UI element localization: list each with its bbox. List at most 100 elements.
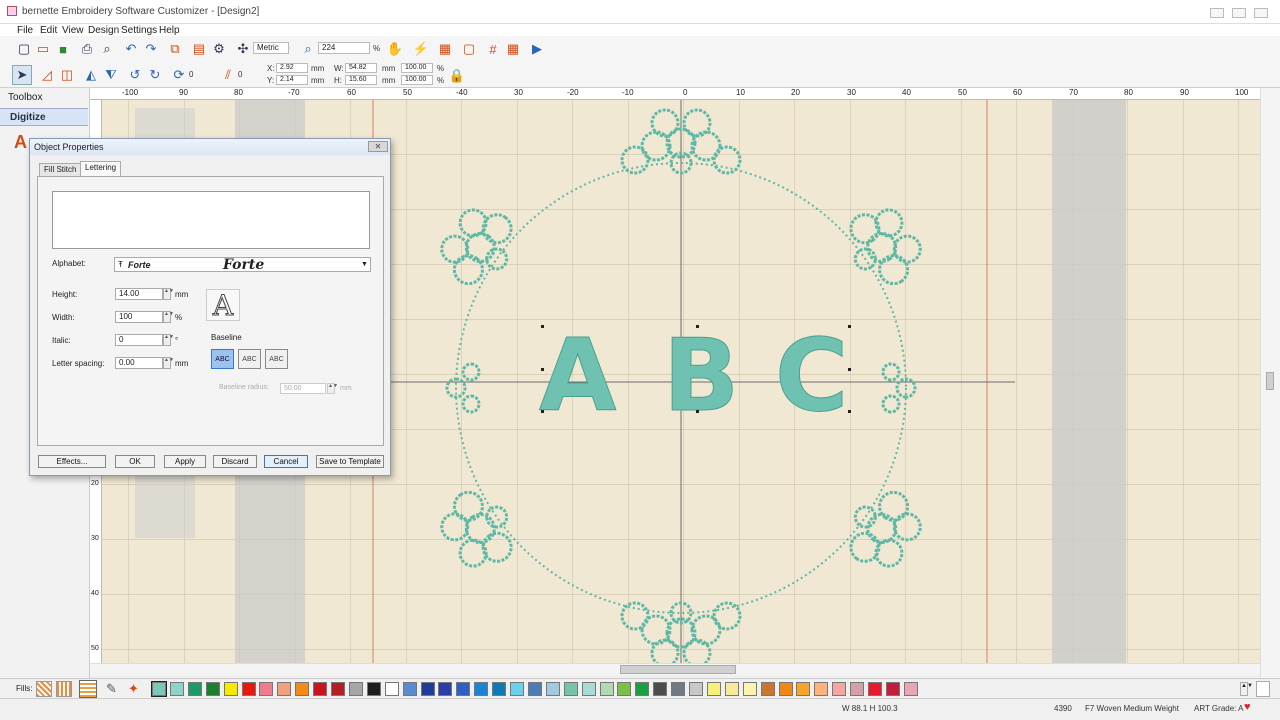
color-swatch[interactable] bbox=[527, 682, 542, 696]
zoom-input[interactable]: 224 bbox=[318, 42, 370, 54]
close-button[interactable] bbox=[1254, 8, 1268, 18]
width-stepper[interactable]: ▲▼ bbox=[163, 311, 174, 323]
alphabet-select[interactable]: Ŧ Forte Forte ▼ bbox=[114, 257, 371, 273]
color-swatch[interactable] bbox=[563, 682, 578, 696]
dialog-close-button[interactable]: ✕ bbox=[368, 141, 388, 152]
print-icon[interactable]: ⎙ bbox=[77, 39, 97, 59]
print-preview-icon[interactable]: ⌕ bbox=[97, 39, 117, 59]
save-to-template-button[interactable]: Save to Template bbox=[316, 455, 384, 468]
grid-fill-icon[interactable] bbox=[79, 680, 97, 698]
color-swatch[interactable] bbox=[599, 682, 614, 696]
digitize-tab[interactable]: Digitize bbox=[0, 108, 88, 126]
color-swatch[interactable] bbox=[832, 682, 847, 696]
color-swatch[interactable] bbox=[850, 682, 865, 696]
show-stitches-icon[interactable]: ⚡ bbox=[411, 39, 431, 59]
redo-icon[interactable]: ↷ bbox=[141, 39, 161, 59]
color-swatch[interactable] bbox=[868, 682, 882, 696]
rotate-value[interactable]: 0 bbox=[189, 70, 193, 79]
color-swatch[interactable] bbox=[724, 682, 739, 696]
open-folder-icon[interactable]: ▭ bbox=[33, 39, 53, 59]
menu-edit[interactable]: Edit bbox=[40, 25, 57, 36]
color-swatch[interactable] bbox=[277, 682, 292, 696]
baseline-arc-bottom-icon[interactable]: ABC bbox=[265, 349, 288, 369]
embroidered-text[interactable]: A B C bbox=[539, 317, 849, 435]
letter-a[interactable]: A bbox=[539, 317, 617, 435]
tools-icon[interactable]: ✣ bbox=[233, 39, 253, 59]
scale-w-input[interactable]: 100.00 bbox=[401, 63, 433, 73]
resize-icon[interactable]: ◫ bbox=[57, 65, 77, 85]
hoop-icon[interactable]: ▢ bbox=[459, 39, 479, 59]
color-swatch[interactable] bbox=[295, 682, 310, 696]
horizontal-scroll-thumb[interactable] bbox=[620, 665, 736, 674]
color-swatch[interactable] bbox=[510, 682, 524, 696]
reshape-icon[interactable]: ◿ bbox=[37, 65, 57, 85]
slant-icon[interactable]: ⫽ bbox=[218, 65, 238, 85]
color-swatch[interactable] bbox=[545, 682, 560, 696]
baseline-radius-input[interactable]: 50.00 bbox=[280, 383, 326, 394]
minimize-button[interactable] bbox=[1210, 8, 1224, 18]
rotate-right-icon[interactable]: ↻ bbox=[145, 65, 165, 85]
color-swatch[interactable] bbox=[259, 682, 274, 696]
color-swatch[interactable] bbox=[706, 682, 721, 696]
height-stepper[interactable]: ▲▼ bbox=[163, 288, 174, 300]
menu-help[interactable]: Help bbox=[159, 25, 180, 36]
color-swatch[interactable] bbox=[635, 682, 650, 696]
color-swatch[interactable] bbox=[313, 682, 328, 696]
dialog-titlebar[interactable]: Object Properties ✕ bbox=[30, 139, 390, 155]
mirror-horizontal-icon[interactable]: ◭ bbox=[81, 65, 101, 85]
eyedropper-icon[interactable]: ✎ bbox=[106, 681, 117, 697]
color-swatch[interactable] bbox=[223, 682, 238, 696]
discard-button[interactable]: Discard bbox=[213, 455, 257, 468]
slant-value[interactable]: 0 bbox=[238, 70, 242, 79]
undo-icon[interactable]: ↶ bbox=[121, 39, 141, 59]
rotate-left-icon[interactable]: ↺ bbox=[125, 65, 145, 85]
color-swatch[interactable] bbox=[742, 682, 757, 696]
vertical-scrollbar[interactable] bbox=[1260, 88, 1280, 678]
fill-pattern-icon[interactable] bbox=[36, 681, 52, 697]
tab-fill-stitch[interactable]: Fill Stitch bbox=[39, 163, 82, 176]
zoom-icon[interactable]: ⌕ bbox=[298, 39, 318, 59]
letter-b[interactable]: B bbox=[663, 317, 740, 435]
color-swatch[interactable] bbox=[617, 682, 632, 696]
palette-options-icon[interactable] bbox=[1256, 681, 1270, 697]
copy-icon[interactable]: ⧉ bbox=[165, 39, 185, 59]
color-swatch[interactable] bbox=[205, 682, 220, 696]
menu-view[interactable]: View bbox=[62, 25, 84, 36]
menu-file[interactable]: File bbox=[17, 25, 33, 36]
select-arrow-icon[interactable]: ➤ bbox=[12, 65, 32, 85]
units-select[interactable]: Metric bbox=[253, 42, 289, 54]
baseline-radius-stepper[interactable]: ▲▼ bbox=[327, 383, 338, 394]
baseline-straight-icon[interactable]: ABC bbox=[211, 349, 234, 369]
stitch-player-icon[interactable]: ▶ bbox=[527, 39, 547, 59]
color-swatch[interactable] bbox=[581, 682, 596, 696]
object-properties-icon[interactable]: ▤ bbox=[189, 39, 209, 59]
palette-scroll[interactable]: ▲▼ bbox=[1240, 682, 1253, 696]
ok-button[interactable]: OK bbox=[115, 455, 155, 468]
height-input[interactable]: 15.60 bbox=[345, 75, 377, 85]
grid-settings-icon[interactable]: ▦ bbox=[503, 39, 523, 59]
maximize-button[interactable] bbox=[1232, 8, 1246, 18]
height-input[interactable]: 14.00 bbox=[115, 288, 163, 300]
color-swatch[interactable] bbox=[796, 682, 811, 696]
italic-input[interactable]: 0 bbox=[115, 334, 163, 346]
cancel-button[interactable]: Cancel bbox=[264, 455, 308, 468]
tab-lettering[interactable]: Lettering bbox=[80, 161, 122, 176]
color-swatch[interactable] bbox=[903, 682, 918, 696]
color-swatch[interactable] bbox=[438, 682, 453, 696]
pan-hand-icon[interactable]: ✋ bbox=[385, 39, 405, 59]
italic-stepper[interactable]: ▲▼ bbox=[163, 334, 174, 346]
effects-button[interactable]: Effects... bbox=[38, 455, 106, 468]
paint-bucket-icon[interactable]: ✦ bbox=[128, 681, 139, 697]
width-input[interactable]: 100 bbox=[115, 311, 163, 323]
color-swatch[interactable] bbox=[187, 682, 202, 696]
chevron-down-icon[interactable]: ▼ bbox=[361, 261, 368, 268]
menu-settings[interactable]: Settings bbox=[121, 25, 157, 36]
toolbox-tab[interactable]: Toolbox bbox=[8, 92, 42, 103]
lock-proportions-icon[interactable]: 🔒 bbox=[447, 66, 467, 86]
letter-spacing-stepper[interactable]: ▲▼ bbox=[163, 357, 174, 369]
baseline-arc-top-icon[interactable]: ABC bbox=[238, 349, 261, 369]
letter-c[interactable]: C bbox=[775, 317, 849, 435]
color-swatch[interactable] bbox=[420, 682, 435, 696]
rotate-free-icon[interactable]: ⟳ bbox=[169, 65, 189, 85]
save-icon[interactable]: ■ bbox=[53, 39, 73, 59]
